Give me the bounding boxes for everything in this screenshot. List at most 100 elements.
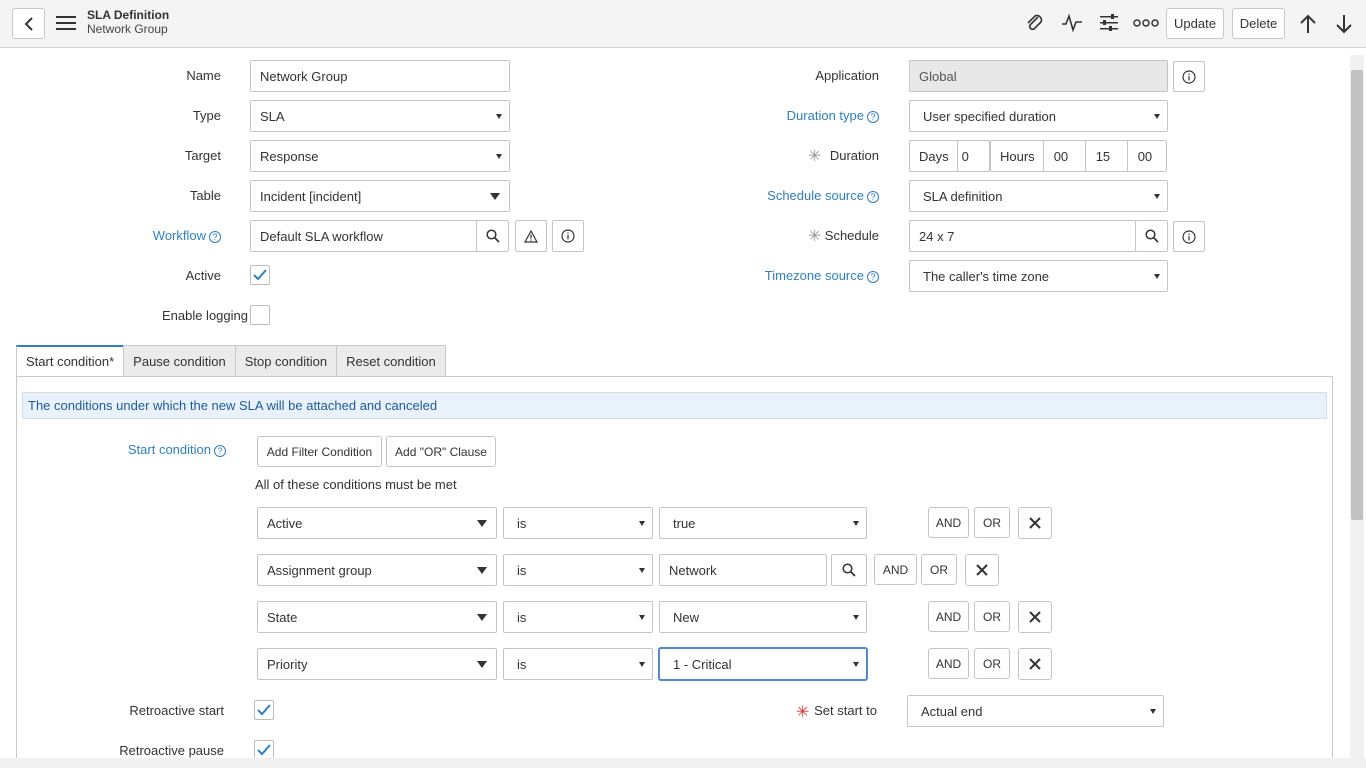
duration-label: Duration xyxy=(829,148,879,163)
and-button[interactable]: AND xyxy=(928,601,969,632)
condition-value-select[interactable]: true xyxy=(659,507,867,539)
workflow-info-button[interactable] xyxy=(552,220,584,252)
enable-logging-checkbox[interactable] xyxy=(250,305,270,325)
condition-operator-select[interactable]: is xyxy=(503,554,653,586)
schedule-label: Schedule xyxy=(824,228,879,243)
active-checkbox[interactable] xyxy=(250,265,270,285)
activity-icon[interactable] xyxy=(1061,12,1083,34)
tab-start-condition[interactable]: Start condition* xyxy=(16,345,125,377)
enable-logging-label: Enable logging xyxy=(161,308,248,323)
timezone-source-label-text: Timezone source xyxy=(764,268,864,283)
minutes-input[interactable]: 15 xyxy=(1086,141,1128,171)
page-title: SLA Definition xyxy=(87,8,170,22)
help-icon[interactable]: ? xyxy=(214,444,226,457)
retroactive-start-checkbox[interactable] xyxy=(254,700,274,720)
page-subtitle: Network Group xyxy=(87,22,168,36)
table-select[interactable]: Incident [incident] xyxy=(250,180,510,212)
type-select[interactable]: SLA xyxy=(250,100,510,132)
workflow-warning-button[interactable] xyxy=(515,220,547,252)
schedule-input[interactable]: 24 x 7 xyxy=(909,220,1136,252)
retroactive-pause-label: Retroactive pause xyxy=(119,743,224,758)
schedule-search-button[interactable] xyxy=(1135,220,1168,252)
workflow-input[interactable]: Default SLA workflow xyxy=(250,220,477,252)
all-conditions-text: All of these conditions must be met xyxy=(255,477,457,492)
duration-type-label[interactable]: Duration type? xyxy=(740,108,879,123)
remove-condition-button[interactable] xyxy=(1018,601,1052,633)
vertical-scrollbar-thumb[interactable] xyxy=(1351,70,1363,520)
horizontal-scrollbar[interactable] xyxy=(0,758,1366,768)
or-button[interactable]: OR xyxy=(974,601,1010,632)
condition-value-input[interactable]: Network xyxy=(659,554,827,586)
condition-value-select[interactable]: New xyxy=(659,601,867,633)
condition-value-select[interactable]: 1 - Critical xyxy=(659,648,867,680)
start-condition-label[interactable]: Start condition? xyxy=(100,442,226,457)
paperclip-icon[interactable] xyxy=(1024,12,1046,34)
retroactive-pause-checkbox[interactable] xyxy=(254,740,274,760)
table-label: Table xyxy=(189,188,221,203)
help-icon[interactable]: ? xyxy=(867,190,879,203)
back-button[interactable] xyxy=(12,8,45,39)
retroactive-start-label: Retroactive start xyxy=(129,703,224,718)
settings-sliders-icon[interactable] xyxy=(1098,12,1120,34)
condition-field-select[interactable]: Priority xyxy=(257,648,497,680)
days-label: Days xyxy=(910,141,958,171)
remove-condition-button[interactable] xyxy=(1018,648,1052,680)
tab-stop-condition[interactable]: Stop condition xyxy=(234,345,338,377)
delete-button[interactable]: Delete xyxy=(1232,8,1285,39)
schedule-info-button[interactable] xyxy=(1173,221,1205,252)
condition-field-select[interactable]: Assignment group xyxy=(257,554,497,586)
application-info-button[interactable] xyxy=(1173,61,1205,92)
remove-condition-button[interactable] xyxy=(1018,507,1052,539)
hours-input[interactable]: 00 xyxy=(1044,141,1086,171)
timezone-source-label[interactable]: Timezone source? xyxy=(740,268,879,283)
checkmark-icon xyxy=(257,704,271,716)
help-icon[interactable]: ? xyxy=(209,230,221,243)
more-options-icon[interactable] xyxy=(1133,12,1159,34)
schedule-source-select[interactable]: SLA definition xyxy=(909,180,1168,212)
tab-reset-condition[interactable]: Reset condition xyxy=(336,345,446,377)
help-icon[interactable]: ? xyxy=(867,270,879,283)
menu-icon[interactable] xyxy=(56,14,76,32)
timezone-source-select[interactable]: The caller's time zone xyxy=(909,260,1168,292)
or-button[interactable]: OR xyxy=(921,554,957,585)
and-button[interactable]: AND xyxy=(928,507,969,538)
or-button[interactable]: OR xyxy=(974,507,1010,538)
add-filter-condition-button[interactable]: Add Filter Condition xyxy=(257,436,382,467)
and-button[interactable]: AND xyxy=(928,648,969,679)
schedule-source-label[interactable]: Schedule source? xyxy=(740,188,879,203)
condition-operator-select[interactable]: is xyxy=(503,648,653,680)
condition-operator-select[interactable]: is xyxy=(503,507,653,539)
checkmark-icon xyxy=(253,269,267,281)
name-label: Name xyxy=(186,68,221,83)
seconds-input[interactable]: 00 xyxy=(1128,149,1152,164)
chevron-left-icon xyxy=(24,16,33,31)
tab-pause-condition[interactable]: Pause condition xyxy=(123,345,236,377)
target-select[interactable]: Response xyxy=(250,140,510,172)
days-input[interactable]: 0 xyxy=(958,149,969,164)
condition-field-select[interactable]: State xyxy=(257,601,497,633)
condition-field-select[interactable]: Active xyxy=(257,507,497,539)
or-button[interactable]: OR xyxy=(974,648,1010,679)
arrow-down-icon[interactable] xyxy=(1333,12,1355,36)
workflow-label[interactable]: Workflow? xyxy=(100,228,221,243)
name-input[interactable]: Network Group xyxy=(250,60,510,92)
arrow-up-icon[interactable] xyxy=(1297,12,1319,36)
add-or-clause-button[interactable]: Add "OR" Clause xyxy=(386,436,496,467)
schedule-source-label-text: Schedule source xyxy=(767,188,864,203)
update-button[interactable]: Update xyxy=(1166,8,1224,39)
condition-tabs: Start condition* Pause condition Stop co… xyxy=(16,345,446,377)
duration-days-box: Days 0 xyxy=(909,140,990,172)
workflow-search-button[interactable] xyxy=(476,220,509,252)
remove-condition-button[interactable] xyxy=(965,554,999,586)
condition-operator-select[interactable]: is xyxy=(503,601,653,633)
set-start-to-select[interactable]: Actual end xyxy=(907,695,1164,727)
condition-value-search-button[interactable] xyxy=(831,554,867,586)
duration-type-select[interactable]: User specified duration xyxy=(909,100,1168,132)
help-icon[interactable]: ? xyxy=(867,110,879,123)
and-button[interactable]: AND xyxy=(874,554,917,585)
search-icon xyxy=(842,563,856,577)
info-icon xyxy=(1182,69,1196,84)
workflow-label-text: Workflow xyxy=(152,228,206,243)
close-icon xyxy=(1029,517,1041,529)
application-label: Application xyxy=(815,68,879,83)
